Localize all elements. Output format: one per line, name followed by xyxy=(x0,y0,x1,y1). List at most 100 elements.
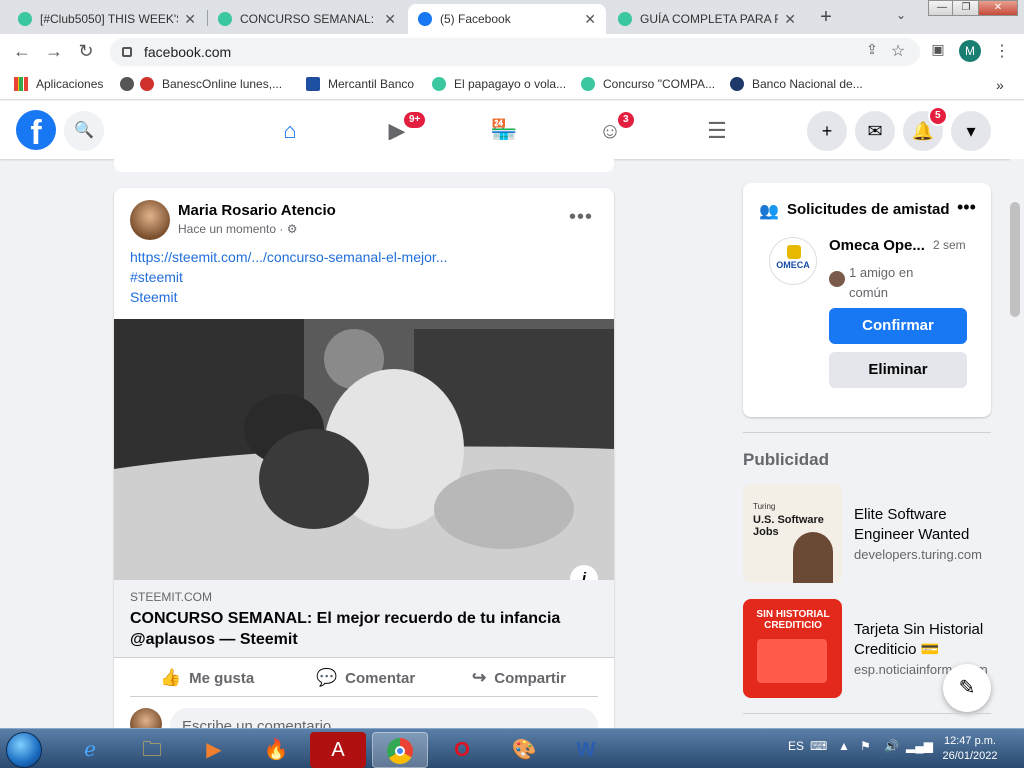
media-player-icon[interactable]: ▶ xyxy=(186,732,242,768)
close-tab-icon[interactable]: ✕ xyxy=(184,11,196,28)
volume-icon[interactable]: 🔊 xyxy=(884,739,899,753)
groups-badge: 3 xyxy=(616,110,636,130)
side-panel-icon[interactable]: ▣ xyxy=(926,41,950,58)
bookmark-star-icon[interactable]: ☆ xyxy=(886,41,910,61)
new-message-icon[interactable]: ✎ xyxy=(943,664,991,712)
post-options-icon[interactable]: ••• xyxy=(569,206,593,229)
burner-app-icon[interactable]: 🔥 xyxy=(248,732,304,768)
requester-name[interactable]: Omeca Ope... xyxy=(829,237,925,254)
bookmark-item[interactable]: Banco Nacional de... xyxy=(730,77,863,91)
create-plus-icon[interactable]: + xyxy=(807,111,847,151)
browser-tab-1[interactable]: [#Club5050] THIS WEEK'S ✕ xyxy=(8,4,206,34)
ad-title[interactable]: Elite Software Engineer Wanted xyxy=(854,505,994,545)
post-timestamp[interactable]: Hace un momento · ⚙ xyxy=(178,222,297,236)
bookmark-item[interactable]: Concurso "COMPA... xyxy=(581,77,715,91)
ad-image-turing[interactable]: Turing U.S. Software Jobs xyxy=(743,484,842,583)
post-tag[interactable]: Steemit xyxy=(130,289,177,305)
notifications-badge: 5 xyxy=(928,106,948,126)
close-tab-icon[interactable]: ✕ xyxy=(584,11,596,28)
paint-icon[interactable]: 🎨 xyxy=(496,732,552,768)
tab-search-icon[interactable]: ⌄ xyxy=(896,8,906,22)
opera-icon[interactable]: O xyxy=(434,732,490,768)
reload-icon[interactable]: ↻ xyxy=(74,41,98,62)
facebook-logo[interactable]: f xyxy=(16,110,56,152)
close-window-button[interactable]: ✕ xyxy=(978,0,1018,16)
language-indicator[interactable]: ES xyxy=(788,739,804,753)
bookmark-item[interactable]: El papagayo o vola... xyxy=(432,77,566,91)
chrome-menu-icon[interactable]: ⋮ xyxy=(990,41,1014,61)
link-preview[interactable]: STEEMIT.COM CONCURSO SEMANAL: El mejor r… xyxy=(114,580,614,658)
new-tab-button[interactable]: + xyxy=(812,4,840,30)
ad-image-santander[interactable]: SIN HISTORIAL CREDITICIO xyxy=(743,599,842,698)
bookmark-apps[interactable]: Aplicaciones xyxy=(14,77,103,91)
confirm-button[interactable]: Confirmar xyxy=(829,308,967,344)
post-link[interactable]: https://steemit.com/.../concurso-semanal… xyxy=(130,249,447,265)
friend-requests-options-icon[interactable]: ••• xyxy=(957,197,976,218)
chrome-icon[interactable] xyxy=(372,732,428,768)
thumbs-up-icon: 👍 xyxy=(160,668,182,687)
account-dropdown-icon[interactable]: ▾ xyxy=(951,111,991,151)
address-bar[interactable]: facebook.com xyxy=(110,38,920,66)
bookmarks-overflow-button[interactable]: » xyxy=(996,77,1004,93)
banesco-icon xyxy=(140,77,154,91)
credit-card-image xyxy=(757,639,827,683)
ad-title[interactable]: Tarjeta Sin Historial Crediticio 💳 xyxy=(854,620,994,660)
signal-icon[interactable]: ▂▄▆ xyxy=(906,739,933,753)
friend-requests-card: 👥 Solicitudes de amistad ••• OMECA Omeca… xyxy=(743,183,991,417)
close-tab-icon[interactable]: ✕ xyxy=(384,11,396,28)
network-flag-icon[interactable]: ⚑ xyxy=(860,739,871,753)
browser-toolbar: ← → ↻ facebook.com ⇪ ☆ ▣ M ⋮ xyxy=(0,34,1024,70)
bank-icon xyxy=(730,77,744,91)
delete-button[interactable]: Eliminar xyxy=(829,352,967,388)
browser-tab-active[interactable]: (5) Facebook ✕ xyxy=(408,4,606,34)
steemit-icon xyxy=(618,12,632,26)
bookmark-item[interactable]: Mercantil Banco xyxy=(306,77,414,91)
steemit-icon xyxy=(18,12,32,26)
share-icon[interactable]: ⇪ xyxy=(860,41,884,58)
bookmark-item[interactable]: BanescOnline lunes,... xyxy=(120,77,282,91)
share-button[interactable]: ↪ Compartir xyxy=(472,668,566,688)
post-hashtag[interactable]: #steemit xyxy=(130,269,183,285)
clock-time: 12:47 p.m. xyxy=(944,735,996,747)
keyboard-icon[interactable]: ⌨ xyxy=(810,739,827,753)
back-arrow-icon[interactable]: ← xyxy=(10,41,34,62)
apps-grid-icon xyxy=(14,77,28,91)
tab-title: CONCURSO SEMANAL: E xyxy=(240,12,379,26)
search-icon[interactable]: 🔍 xyxy=(64,111,104,151)
sponsored-title: Publicidad xyxy=(743,450,829,469)
comment-label: Comentar xyxy=(345,669,416,687)
post-photo[interactable]: i xyxy=(114,319,614,580)
forward-arrow-icon[interactable]: → xyxy=(42,41,66,62)
previous-post-card xyxy=(114,140,614,172)
browser-tab-4[interactable]: GUÍA COMPLETA PARA FO ✕ xyxy=(608,4,806,34)
browser-tab-strip: [#Club5050] THIS WEEK'S ✕ CONCURSO SEMAN… xyxy=(0,0,1024,34)
internet-explorer-icon[interactable]: ℯ xyxy=(62,732,118,768)
file-explorer-icon[interactable]: 🗀 xyxy=(124,732,180,768)
share-label: Compartir xyxy=(494,669,566,687)
start-button[interactable] xyxy=(6,732,42,768)
post-author[interactable]: Maria Rosario Atencio xyxy=(178,202,336,219)
acrobat-icon[interactable]: A xyxy=(310,732,366,768)
scrollbar-thumb[interactable] xyxy=(1010,202,1020,317)
preview-title: CONCURSO SEMANAL: El mejor recuerdo de t… xyxy=(130,610,561,648)
word-icon[interactable]: W xyxy=(558,732,614,768)
comment-button[interactable]: 💬 Comentar xyxy=(316,668,415,688)
menu-icon[interactable]: ☰ xyxy=(697,111,737,151)
show-hidden-icons[interactable]: ▲ xyxy=(838,739,850,753)
tab-title: [#Club5050] THIS WEEK'S xyxy=(40,12,179,26)
bookmark-label: Aplicaciones xyxy=(36,77,104,91)
mutual-friends[interactable]: 1 amigo en común xyxy=(849,263,929,303)
mutual-friend-avatar xyxy=(829,271,845,287)
author-avatar[interactable] xyxy=(130,200,170,240)
omeca-avatar[interactable]: OMECA xyxy=(769,237,817,285)
profile-avatar[interactable]: M xyxy=(959,40,981,62)
person-photo xyxy=(793,532,833,583)
bookmark-label: Concurso "COMPA... xyxy=(603,77,716,91)
browser-tab-2[interactable]: CONCURSO SEMANAL: E ✕ xyxy=(208,4,406,34)
like-button[interactable]: 👍 Me gusta xyxy=(160,668,254,688)
maximize-button[interactable]: ❐ xyxy=(952,0,980,16)
clock[interactable]: 12:47 p.m. 26/01/2022 xyxy=(932,734,1008,764)
comment-bubble-icon: 💬 xyxy=(316,668,338,687)
close-tab-icon[interactable]: ✕ xyxy=(784,11,796,28)
messenger-icon[interactable]: ✉ xyxy=(855,111,895,151)
